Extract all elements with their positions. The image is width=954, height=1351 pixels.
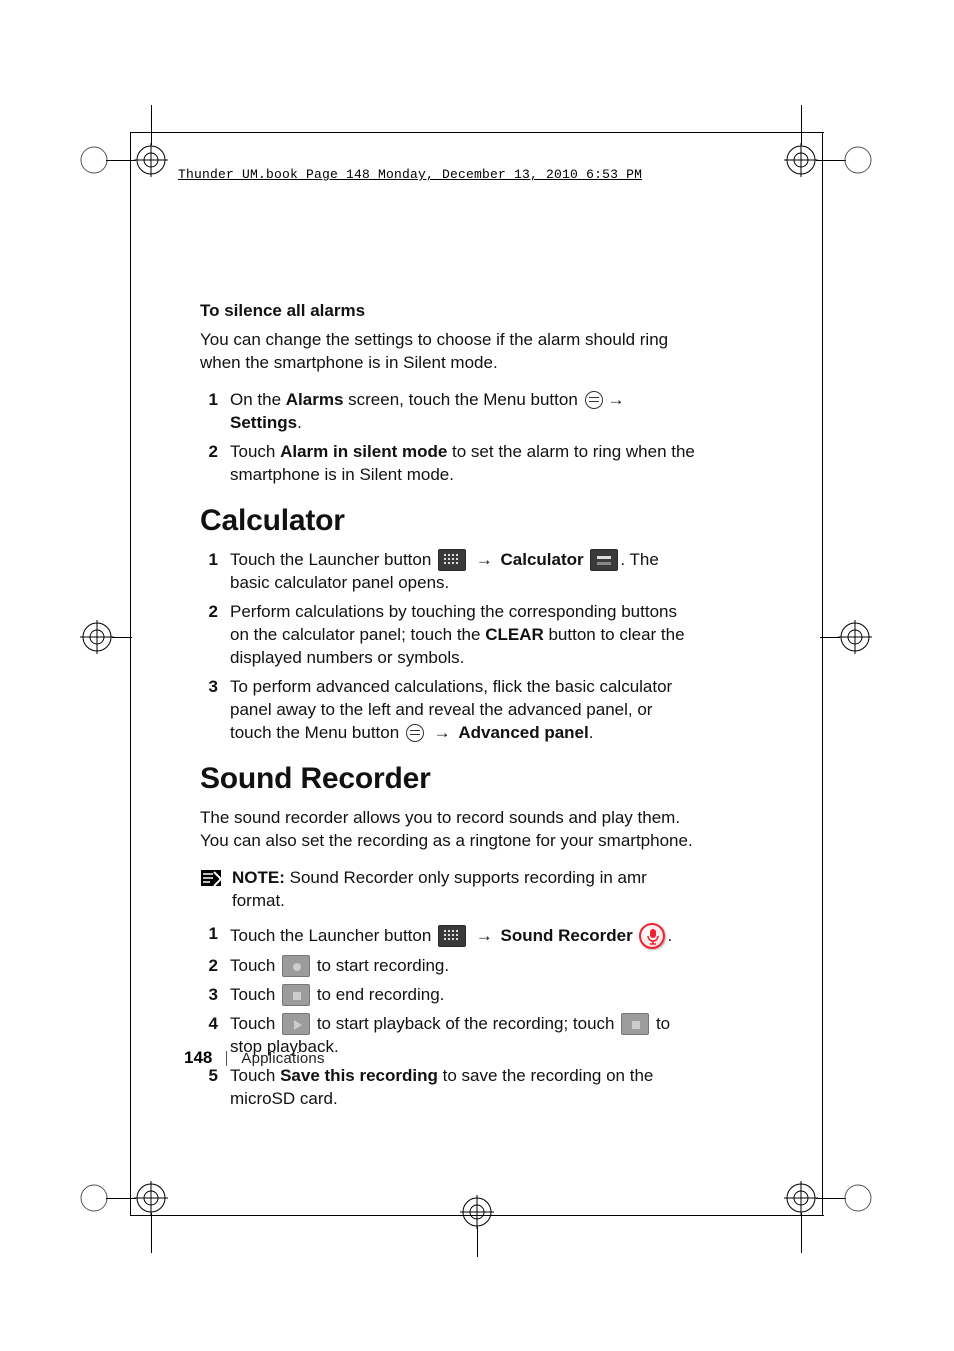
steps-calculator: 1 Touch the Launcher button → Calculator… xyxy=(200,549,695,745)
menu-button-icon xyxy=(406,724,424,742)
step-number: 2 xyxy=(200,955,218,978)
calculator-app-icon xyxy=(590,549,618,571)
page-number: 148 xyxy=(184,1048,212,1068)
step-body: To perform advanced calculations, flick … xyxy=(230,676,695,745)
page-header-meta: Thunder_UM.book Page 148 Monday, Decembe… xyxy=(178,167,642,182)
step-body: Touch Save this recording to save the re… xyxy=(230,1065,695,1111)
sound-recorder-app-icon xyxy=(639,923,665,949)
step-body: Touch Alarm in silent mode to set the al… xyxy=(230,441,695,487)
step-number: 3 xyxy=(200,984,218,1007)
step-number: 5 xyxy=(200,1065,218,1111)
step-number: 3 xyxy=(200,676,218,745)
footer-separator xyxy=(226,1051,227,1066)
page-content: To silence all alarms You can change the… xyxy=(200,300,695,1120)
registration-mark-top-right xyxy=(754,130,874,230)
step-body: Touch the Launcher button → Calculator .… xyxy=(230,549,695,595)
step-number: 1 xyxy=(200,389,218,435)
launcher-button-icon xyxy=(438,925,466,947)
arrow-icon: → xyxy=(468,550,500,569)
record-button-icon xyxy=(282,955,310,977)
play-button-icon xyxy=(282,1013,310,1035)
arrow-icon: → xyxy=(605,390,628,409)
step-body: On the Alarms screen, touch the Menu but… xyxy=(230,389,695,435)
step-number: 1 xyxy=(200,549,218,595)
arrow-icon: → xyxy=(426,723,458,742)
stop-button-icon xyxy=(282,984,310,1006)
heading-silence-alarms: To silence all alarms xyxy=(200,300,695,323)
steps-silence: 1 On the Alarms screen, touch the Menu b… xyxy=(200,389,695,487)
note-row: NOTE: Sound Recorder only supports recor… xyxy=(200,867,695,913)
step-body: Perform calculations by touching the cor… xyxy=(230,601,695,670)
page-footer: 148 Applications xyxy=(184,1048,325,1068)
crop-line-right xyxy=(822,132,823,1216)
intro-sound: The sound recorder allows you to record … xyxy=(200,807,695,853)
launcher-button-icon xyxy=(438,549,466,571)
note-icon xyxy=(200,869,222,887)
note-text: NOTE: Sound Recorder only supports recor… xyxy=(232,867,695,913)
crop-line-left xyxy=(130,132,131,1216)
steps-sound: 1 Touch the Launcher button → Sound Reco… xyxy=(200,923,695,1111)
menu-button-icon xyxy=(585,391,603,409)
step-body: Touch the Launcher button → Sound Record… xyxy=(230,923,695,949)
chapter-name: Applications xyxy=(241,1050,324,1067)
step-number: 1 xyxy=(200,923,218,949)
page: Thunder_UM.book Page 148 Monday, Decembe… xyxy=(0,0,954,1351)
arrow-icon: → xyxy=(468,926,500,945)
step-body: Touch to end recording. xyxy=(230,984,695,1007)
crop-line-top xyxy=(130,132,824,133)
stop-button-icon xyxy=(621,1013,649,1035)
heading-calculator: Calculator xyxy=(200,501,695,542)
step-number: 2 xyxy=(200,441,218,487)
heading-sound-recorder: Sound Recorder xyxy=(200,759,695,800)
intro-silence: You can change the settings to choose if… xyxy=(200,329,695,375)
step-body: Touch to start recording. xyxy=(230,955,695,978)
step-number: 2 xyxy=(200,601,218,670)
